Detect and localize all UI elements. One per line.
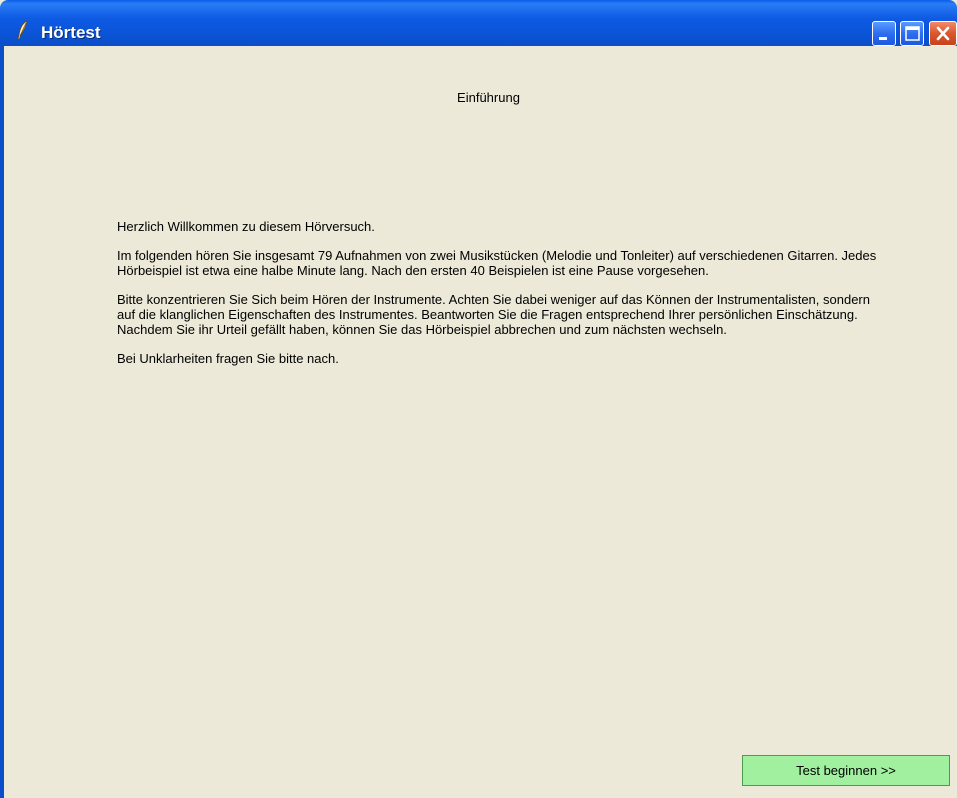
intro-paragraph-instructions: Bitte konzentrieren Sie Sich beim Hören …	[117, 292, 870, 337]
intro-paragraph-welcome: Herzlich Willkommen zu diesem Hörversuch…	[117, 219, 375, 234]
feather-icon	[17, 20, 28, 40]
start-test-button[interactable]: Test beginnen >>	[742, 755, 950, 786]
minimize-button[interactable]	[872, 21, 896, 46]
title-bar[interactable]: Hörtest	[0, 0, 957, 46]
window-title: Hörtest	[41, 23, 101, 42]
intro-paragraph-questions: Bei Unklarheiten fragen Sie bitte nach.	[117, 351, 339, 366]
maximize-icon	[905, 26, 920, 41]
close-button[interactable]	[929, 21, 957, 46]
app-window: Hörtest Einführung Herzlich Willkommen z…	[0, 0, 957, 798]
page-heading: Einführung	[457, 90, 520, 105]
close-icon	[936, 26, 950, 41]
intro-text: Herzlich Willkommen zu diesem Hörversuch…	[117, 219, 877, 380]
intro-paragraph-recordings: Im folgenden hören Sie insgesamt 79 Aufn…	[117, 248, 877, 278]
maximize-button[interactable]	[900, 21, 924, 46]
minimize-icon	[879, 37, 887, 40]
window-frame-left	[0, 46, 4, 798]
